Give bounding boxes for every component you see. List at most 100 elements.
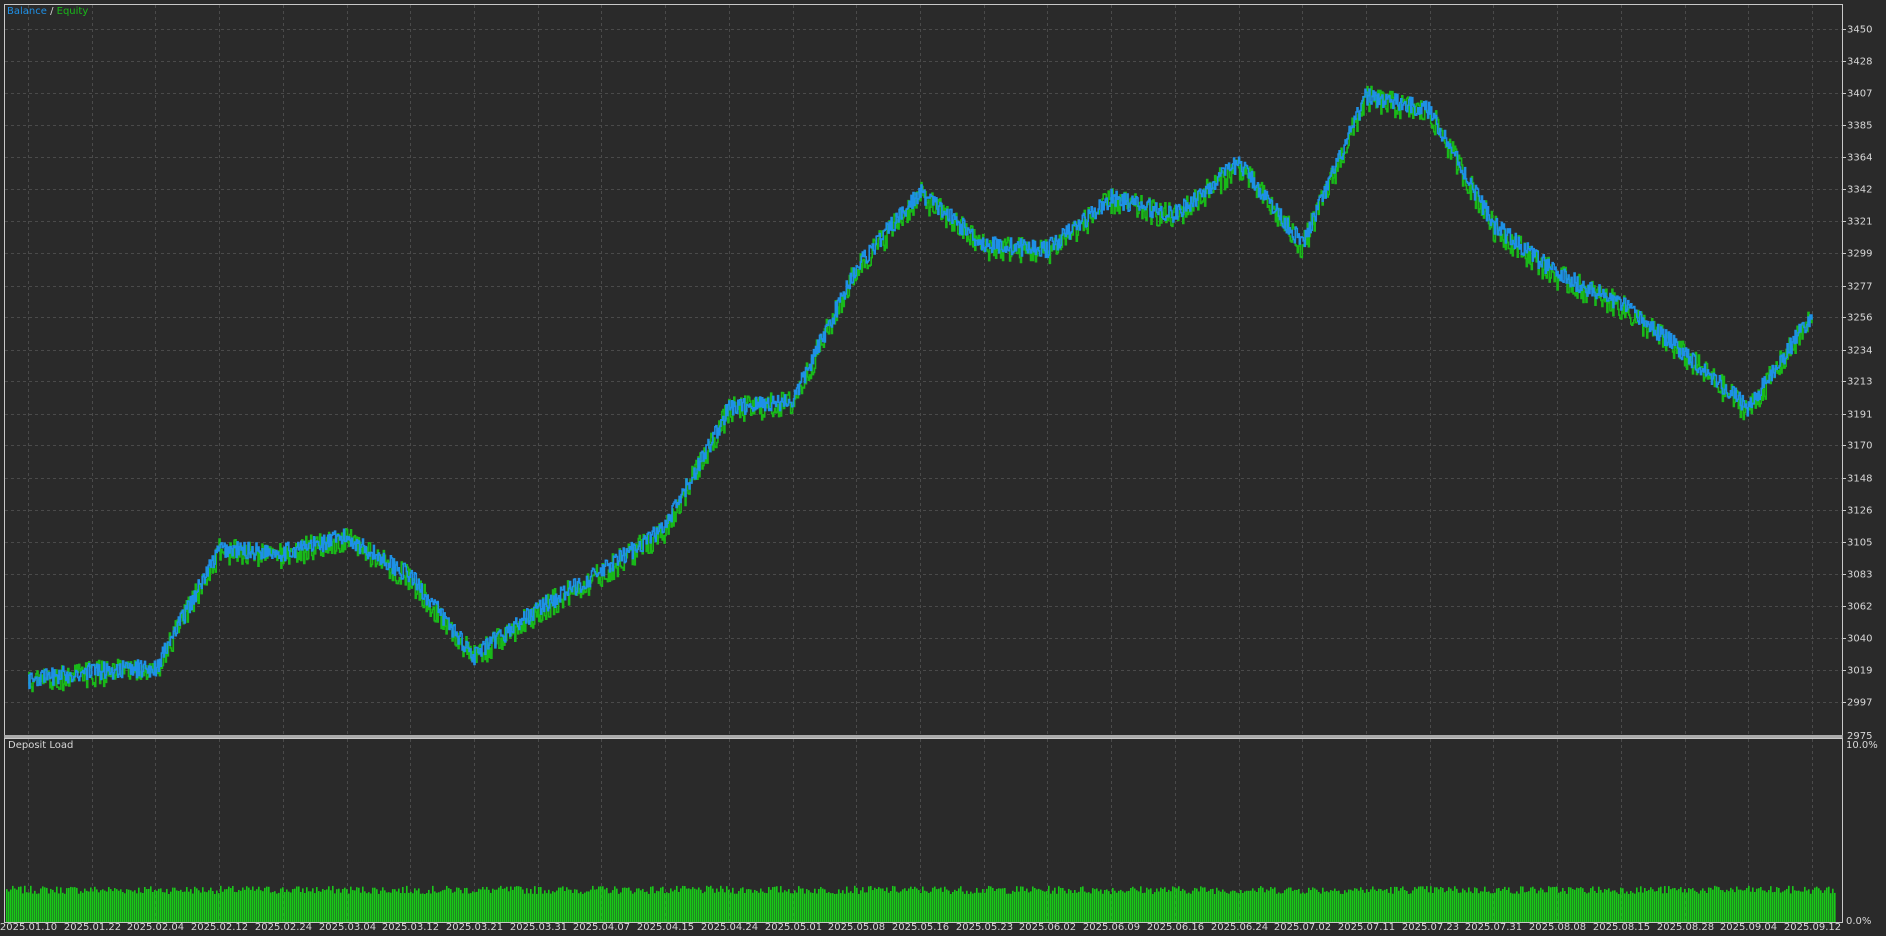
deposit-load-bar	[1780, 892, 1782, 922]
deposit-load-bar	[1284, 890, 1286, 922]
deposit-load-bar	[890, 890, 892, 922]
deposit-load-bar	[1818, 888, 1820, 922]
x-tick-label: 2025.06.16	[1147, 922, 1204, 933]
deposit-load-bar	[104, 890, 106, 922]
deposit-load-bar	[1632, 892, 1634, 922]
deposit-load-bar	[1112, 887, 1114, 922]
deposit-load-bar	[1030, 891, 1032, 922]
deposit-load-bar	[1422, 886, 1424, 922]
deposit-load-bar	[608, 893, 610, 922]
deposit-load-bar	[1608, 888, 1610, 922]
deposit-load-bar	[630, 890, 632, 922]
deposit-load-bar	[928, 892, 930, 922]
deposit-load-bar	[900, 891, 902, 922]
deposit-load-bar	[384, 890, 386, 922]
deposit-load-bar	[1628, 893, 1630, 922]
deposit-load-bar	[46, 887, 48, 922]
deposit-load-bar	[1028, 892, 1030, 922]
deposit-load-bar	[1712, 889, 1714, 922]
x-tick-label: 2025.09.12	[1784, 922, 1841, 933]
deposit-load-bar	[330, 890, 332, 922]
deposit-load-bar	[1290, 887, 1292, 922]
deposit-load-bar	[252, 886, 254, 922]
y-tick-label: 3105	[1847, 538, 1872, 549]
deposit-load-bar	[680, 888, 682, 922]
deposit-load-bar	[1796, 890, 1798, 922]
deposit-load-bar	[1222, 889, 1224, 922]
deposit-load-bar	[268, 886, 270, 922]
deposit-load-bar	[1064, 890, 1066, 922]
deposit-load-bar	[632, 893, 634, 922]
deposit-load-bar	[1642, 892, 1644, 922]
deposit-load-bar	[1786, 888, 1788, 922]
deposit-load-bar	[574, 889, 576, 922]
deposit-load-bar	[948, 890, 950, 922]
deposit-load-bar	[1730, 887, 1732, 922]
deposit-load-bar	[1656, 891, 1658, 922]
deposit-load-bar	[1518, 893, 1520, 922]
panel-divider[interactable]	[4, 735, 1843, 738]
deposit-load-bar	[818, 889, 820, 922]
deposit-load-bar	[802, 888, 804, 922]
deposit-load-bar	[150, 886, 152, 922]
deposit-load-bar	[1598, 886, 1600, 922]
deposit-load-bar	[172, 887, 174, 922]
deposit-load-bar	[542, 893, 544, 922]
strategy-tester-graph: 2997 3019 3040 3062 3083 3105 3126 3148 3170 3191…	[0, 4, 1878, 933]
deposit-load-bar	[1764, 890, 1766, 922]
deposit-load-bar	[400, 892, 402, 922]
y-tick-label: 3234	[1847, 346, 1872, 357]
deposit-load-bar	[628, 887, 630, 922]
deposit-load-bar	[1228, 893, 1230, 922]
deposit-load-bar	[1050, 893, 1052, 922]
deposit-load-bar	[638, 888, 640, 922]
deposit-load-bar	[190, 889, 192, 922]
deposit-load-bar	[158, 888, 160, 922]
deposit-load-bar	[496, 889, 498, 922]
deposit-load-bar	[310, 891, 312, 922]
deposit-load-bar	[724, 892, 726, 922]
deposit-load-bar	[1596, 892, 1598, 922]
deposit-load-bar	[1082, 886, 1084, 922]
deposit-load-bar	[1662, 893, 1664, 922]
deposit-load-bar	[656, 890, 658, 922]
deposit-load-bar	[862, 887, 864, 922]
deposit-load-bar	[1506, 889, 1508, 922]
deposit-load-bar	[78, 893, 80, 922]
deposit-load-bar	[220, 885, 222, 922]
deposit-load-bar	[1460, 892, 1462, 922]
deposit-load-bar	[1144, 892, 1146, 922]
deposit-load-bar	[378, 893, 380, 922]
deposit-load-bar	[660, 887, 662, 922]
deposit-load-bar	[436, 892, 438, 922]
deposit-load-bar	[1318, 891, 1320, 922]
deposit-load-bar	[792, 893, 794, 922]
deposit-load-bar	[1134, 888, 1136, 922]
deposit-load-bar	[458, 887, 460, 922]
deposit-load-bar	[1286, 888, 1288, 922]
deposit-load-bar	[1414, 887, 1416, 922]
deposit-load-bar	[178, 890, 180, 922]
deposit-load-bar	[156, 890, 158, 922]
deposit-load-bar	[408, 892, 410, 922]
deposit-load-bar	[486, 886, 488, 922]
deposit-load-bar	[1054, 887, 1056, 922]
deposit-load-bar	[532, 893, 534, 922]
deposit-load-bar	[762, 891, 764, 922]
deposit-load-bar	[1372, 886, 1374, 922]
deposit-load-bar	[1386, 888, 1388, 922]
deposit-load-bar	[1058, 886, 1060, 922]
deposit-load-bar	[1358, 890, 1360, 922]
deposit-load-bar	[1834, 892, 1836, 922]
deposit-load-bar	[782, 892, 784, 922]
deposit-load-bar	[996, 888, 998, 922]
deposit-load-bar	[1616, 892, 1618, 922]
deposit-load-bar	[250, 889, 252, 922]
deposit-load-bar	[1042, 890, 1044, 922]
deposit-load-bar	[742, 887, 744, 922]
deposit-load-bar	[1778, 887, 1780, 922]
deposit-load-bar	[432, 885, 434, 922]
deposit-load-bar	[846, 886, 848, 922]
deposit-load-bar	[328, 886, 330, 922]
x-tick-label: 2025.03.04	[319, 922, 376, 933]
